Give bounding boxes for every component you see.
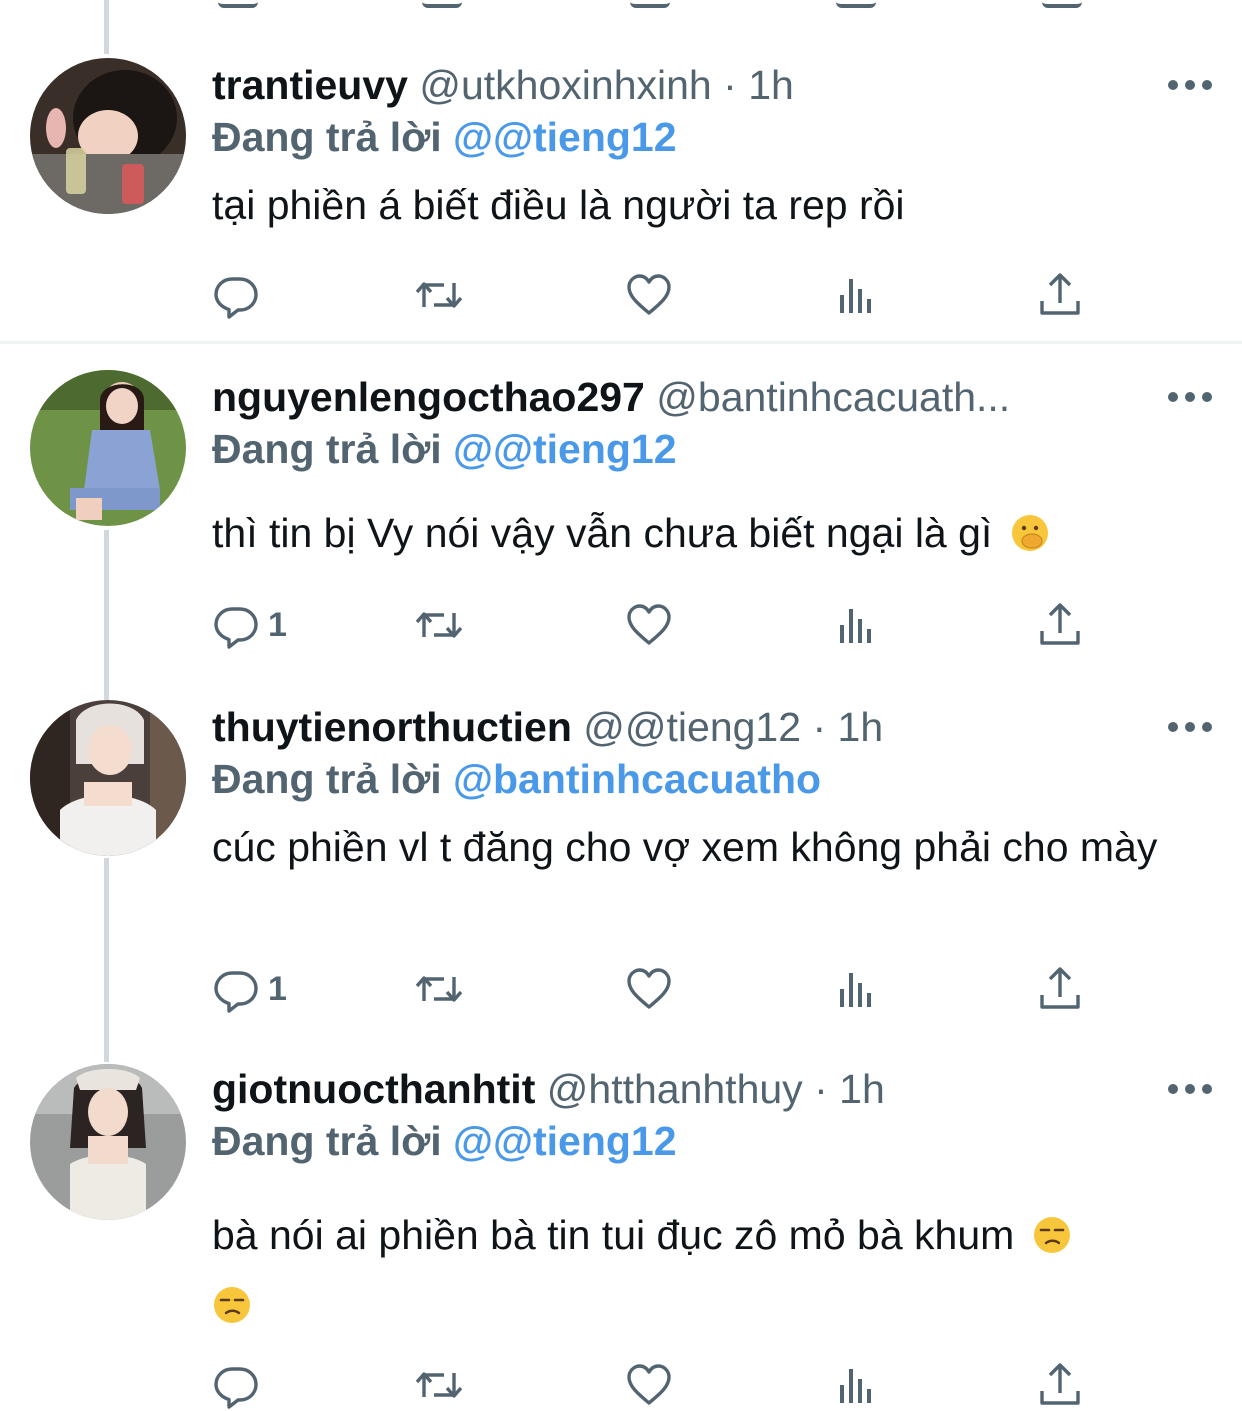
more-icon[interactable]: [1168, 717, 1212, 737]
views-button[interactable]: [832, 270, 880, 320]
display-name[interactable]: giotnuocthanhtit: [212, 1066, 535, 1112]
timestamp[interactable]: 1h: [748, 62, 794, 108]
avatar[interactable]: [30, 58, 186, 214]
views-button[interactable]: [832, 600, 880, 650]
retweet-button[interactable]: [415, 1360, 463, 1410]
retweet-button[interactable]: [415, 600, 463, 650]
mention-link[interactable]: @@tieng12: [453, 114, 677, 160]
like-icon: [627, 274, 671, 315]
timestamp[interactable]: 1h: [839, 1066, 885, 1112]
mention-link[interactable]: @@tieng12: [453, 1118, 677, 1164]
views-icon: [840, 279, 871, 313]
share-button[interactable]: [1036, 1360, 1084, 1410]
reply-icon: [214, 277, 258, 319]
more-icon[interactable]: [1168, 387, 1212, 407]
like-button[interactable]: [625, 1360, 673, 1410]
reply-button[interactable]: [212, 1360, 260, 1410]
replying-to-label: Đang trả lời: [212, 756, 442, 802]
views-button[interactable]: [832, 1360, 880, 1410]
share-icon: [1040, 967, 1080, 1009]
timestamp[interactable]: 1h: [838, 704, 884, 750]
separator-dot: ·: [812, 704, 827, 750]
more-icon[interactable]: [1168, 75, 1212, 95]
retweet-button[interactable]: [415, 270, 463, 320]
share-icon: [1040, 1363, 1080, 1405]
user-handle[interactable]: @bantinhcacuath...: [656, 374, 1010, 420]
mention-link[interactable]: @bantinhcacuatho: [453, 756, 821, 802]
replying-to-label: Đang trả lời: [212, 1118, 442, 1164]
mention-link[interactable]: @@tieng12: [453, 426, 677, 472]
avatar[interactable]: [30, 370, 186, 526]
replying-to: Đang trả lời @bantinhcacuatho: [212, 754, 821, 804]
tweet-header: trantieuvy @utkhoxinhxinh · 1h: [212, 60, 1132, 110]
face-with-hand-over-mouth-icon: [1011, 515, 1048, 551]
user-handle[interactable]: @utkhoxinhxinh: [419, 62, 711, 108]
share-button[interactable]: [1036, 964, 1084, 1014]
tweet-text: cúc phiền vl t đăng cho vợ xem không phả…: [212, 822, 1202, 873]
tweet[interactable]: nguyenlengocthao297 @bantinhcacuath... Đ…: [0, 344, 1242, 674]
share-icon: [1040, 273, 1080, 315]
tweet-text: thì tin bị Vy nói vậy vẫn chưa biết ngại…: [212, 508, 1202, 559]
avatar[interactable]: [30, 700, 186, 856]
reply-icon: [214, 971, 258, 1013]
action-bar: 1: [212, 600, 1112, 650]
tweet[interactable]: giotnuocthanhtit @htthanhthuy · 1h Đang …: [0, 1054, 1242, 1411]
reply-icon: [214, 1367, 258, 1409]
replying-to-label: Đang trả lời: [212, 114, 442, 160]
tweet-header: nguyenlengocthao297 @bantinhcacuath...: [212, 372, 1132, 422]
like-button[interactable]: [625, 270, 673, 320]
views-icon: [840, 973, 871, 1007]
tweet-text-content: cúc phiền vl t đăng cho vợ xem không phả…: [212, 824, 1158, 870]
avatar[interactable]: [30, 1064, 186, 1220]
tweet-text: bà nói ai phiền bà tin tui đục zô mỏ bà …: [212, 1200, 1202, 1340]
more-icon[interactable]: [1168, 1079, 1212, 1099]
reply-count: 1: [268, 969, 287, 1008]
reply-button[interactable]: 1: [212, 600, 287, 650]
tweet-header: thuytienorthuctien @@tieng12 · 1h: [212, 702, 1132, 752]
retweet-button[interactable]: [415, 964, 463, 1014]
retweet-icon: [415, 282, 463, 308]
tweet-text-content: thì tin bị Vy nói vậy vẫn chưa biết ngại…: [212, 510, 993, 556]
user-handle[interactable]: @@tieng12: [583, 704, 801, 750]
like-icon: [627, 604, 671, 645]
action-bar: [212, 270, 1112, 320]
unamused-face-icon: [214, 1287, 250, 1323]
views-button[interactable]: [832, 964, 880, 1014]
retweet-icon: [415, 1372, 463, 1398]
retweet-icon: [415, 612, 463, 638]
reply-button[interactable]: 1: [212, 964, 287, 1014]
tweet-text: tại phiền á biết điều là người ta rep rồ…: [212, 180, 1202, 231]
display-name[interactable]: thuytienorthuctien: [212, 704, 572, 750]
user-handle[interactable]: @htthanhthuy: [547, 1066, 803, 1112]
share-button[interactable]: [1036, 600, 1084, 650]
retweet-icon: [415, 976, 463, 1002]
replying-to-label: Đang trả lời: [212, 426, 442, 472]
tweet-text-content: bà nói ai phiền bà tin tui đục zô mỏ bà …: [212, 1212, 1015, 1258]
replying-to: Đang trả lời @@tieng12: [212, 1116, 677, 1166]
views-icon: [840, 609, 871, 643]
reply-icon: [214, 607, 258, 649]
like-icon: [627, 968, 671, 1009]
share-button[interactable]: [1036, 270, 1084, 320]
views-icon: [840, 1369, 871, 1403]
reply-count: 1: [268, 605, 287, 644]
replying-to: Đang trả lời @@tieng12: [212, 112, 677, 162]
tweet[interactable]: thuytienorthuctien @@tieng12 · 1h Đang t…: [0, 674, 1242, 1054]
action-bar: 1: [212, 964, 1112, 1014]
reply-button[interactable]: [212, 270, 260, 320]
like-icon: [627, 1364, 671, 1405]
display-name[interactable]: nguyenlengocthao297: [212, 374, 645, 420]
separator-dot: ·: [723, 62, 737, 108]
display-name[interactable]: trantieuvy: [212, 62, 408, 108]
replying-to: Đang trả lời @@tieng12: [212, 424, 677, 474]
unamused-face-icon: [1033, 1217, 1070, 1253]
like-button[interactable]: [625, 964, 673, 1014]
like-button[interactable]: [625, 600, 673, 650]
tweet-header: giotnuocthanhtit @htthanhthuy · 1h: [212, 1064, 1132, 1114]
tweet-text-content: tại phiền á biết điều là người ta rep rồ…: [212, 182, 905, 228]
share-icon: [1040, 603, 1080, 645]
separator-dot: ·: [814, 1066, 828, 1112]
action-bar: [212, 1360, 1112, 1410]
tweet[interactable]: trantieuvy @utkhoxinhxinh · 1h Đang trả …: [0, 0, 1242, 340]
